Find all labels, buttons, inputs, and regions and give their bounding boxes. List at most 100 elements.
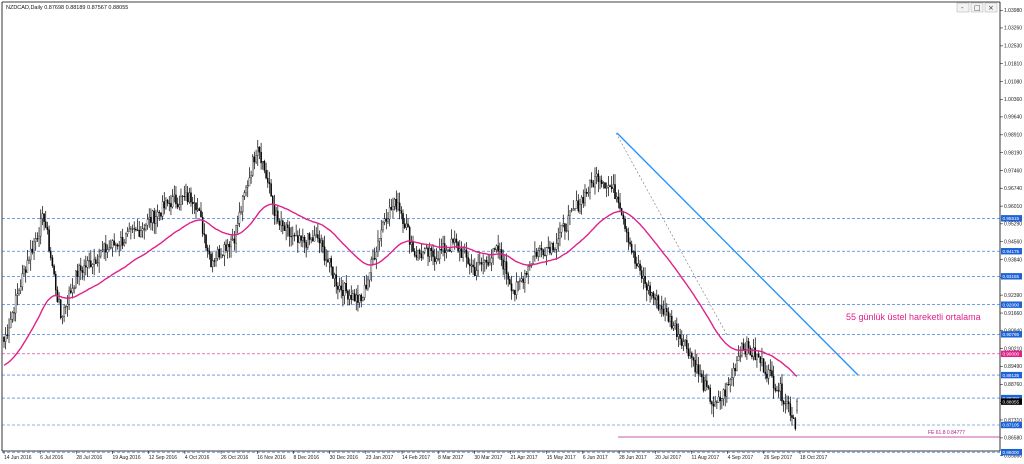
price-chart[interactable]: NZDCAD,Daily 0.87698 0.88189 0.87567 0.8… xyxy=(0,0,1024,464)
candle-body xyxy=(504,261,506,270)
candle-body xyxy=(567,215,570,232)
candle-body xyxy=(487,261,489,266)
candle-body xyxy=(502,259,504,270)
price-tick-label: 0.88760 xyxy=(1004,382,1022,388)
candle-body xyxy=(420,253,423,259)
candle-body xyxy=(95,259,97,264)
candle-body xyxy=(640,270,643,279)
candle-body xyxy=(490,257,493,264)
candle-body xyxy=(465,249,468,258)
candle-body xyxy=(727,384,730,385)
candle-body xyxy=(173,194,176,197)
candle-body xyxy=(347,290,349,300)
candle-body xyxy=(181,195,184,197)
candle-body xyxy=(76,270,79,277)
candle-body xyxy=(410,242,413,245)
candle-body xyxy=(191,201,194,204)
candle-body xyxy=(547,246,550,248)
candle-body xyxy=(260,151,262,164)
candle-body xyxy=(385,218,388,222)
date-tick-label: 21 Apr 2017 xyxy=(511,455,538,461)
candle-body xyxy=(525,273,528,275)
candle-body xyxy=(721,398,723,402)
candle-body xyxy=(619,202,621,209)
candle-body xyxy=(766,373,768,379)
candle-body xyxy=(151,210,154,223)
price-tick-label: 0.92390 xyxy=(1004,293,1022,299)
candle-body xyxy=(484,260,486,264)
candle-body xyxy=(696,364,698,373)
candle-body xyxy=(554,249,556,251)
candle-body xyxy=(236,223,239,226)
candle-body xyxy=(557,238,560,244)
candle-body xyxy=(161,201,164,217)
close-button[interactable]: × xyxy=(984,2,998,13)
candle-body xyxy=(460,248,463,258)
date-tick-label: 20 Jul 2017 xyxy=(655,455,681,461)
candle-body xyxy=(630,244,633,253)
candle-body xyxy=(343,282,346,296)
candle-body xyxy=(574,208,576,210)
price-tick-label: 0.96740 xyxy=(1004,186,1022,192)
candle-body xyxy=(625,228,628,233)
candle-body xyxy=(572,208,575,211)
candle-body xyxy=(440,248,443,251)
candle-body xyxy=(542,249,545,256)
candle-body xyxy=(762,358,765,373)
candle-body xyxy=(303,236,306,243)
candle-body xyxy=(322,240,324,247)
candle-body xyxy=(166,200,169,204)
candle-body xyxy=(28,259,30,261)
candle-body xyxy=(413,251,416,256)
candle-body xyxy=(110,247,112,249)
candle-body xyxy=(746,341,748,355)
candle-body xyxy=(642,276,645,279)
candle-body xyxy=(238,212,241,224)
candle-body xyxy=(357,294,359,303)
candle-body xyxy=(644,276,646,284)
candle-body xyxy=(340,285,343,291)
candle-body xyxy=(163,201,166,209)
candle-body xyxy=(223,244,226,256)
ema-annotation: 55 günlük üstel hareketli ortalama xyxy=(846,312,981,322)
candle-body xyxy=(716,401,718,403)
candle-body xyxy=(418,249,421,254)
candle-body xyxy=(534,251,536,257)
candle-body xyxy=(580,197,583,205)
candle-body xyxy=(377,240,379,253)
candle-body xyxy=(482,262,484,265)
candle-body xyxy=(261,161,264,164)
price-badge-label: 0.87105 xyxy=(1003,423,1020,428)
candle-body xyxy=(146,219,149,226)
candle-body xyxy=(24,269,27,273)
candle-body xyxy=(550,242,553,254)
candle-body xyxy=(18,290,20,295)
candle-body xyxy=(612,184,615,189)
candle-body xyxy=(317,234,319,239)
date-tick-label: 14 Feb 2017 xyxy=(402,455,430,461)
candle-body xyxy=(505,261,508,274)
candle-body xyxy=(792,417,795,419)
candle-body xyxy=(402,213,404,225)
minimize-button[interactable]: - xyxy=(956,2,970,13)
candle-body xyxy=(250,175,252,179)
candle-body xyxy=(116,244,119,247)
candle-body xyxy=(602,182,605,184)
candle-body xyxy=(676,323,678,337)
candle-body xyxy=(156,211,159,217)
candle-body xyxy=(272,195,274,205)
candle-body xyxy=(739,355,742,357)
candle-body xyxy=(480,262,483,265)
candle-body xyxy=(579,204,581,212)
candle-body xyxy=(432,250,434,257)
candle-body xyxy=(499,249,501,252)
candle-body xyxy=(524,273,526,283)
candle-body xyxy=(330,258,332,268)
candle-body xyxy=(682,341,685,346)
candle-body xyxy=(300,235,302,241)
candle-body xyxy=(470,264,473,267)
fibo-label: FE 61.8 0.84777 xyxy=(928,430,965,436)
candle-body xyxy=(278,221,281,226)
candle-body xyxy=(472,264,474,268)
maximize-button[interactable]: □ xyxy=(970,2,984,13)
